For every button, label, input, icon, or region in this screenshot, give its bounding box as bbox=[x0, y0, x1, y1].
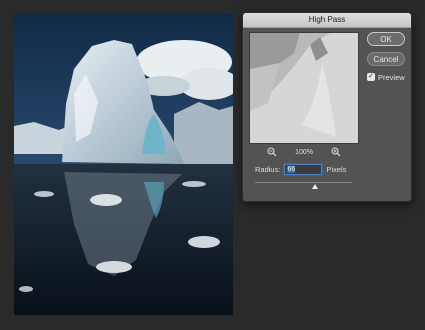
radius-input[interactable]: 66 bbox=[284, 163, 323, 175]
radius-label: Radius: bbox=[255, 164, 281, 174]
slider-thumb[interactable] bbox=[312, 184, 319, 189]
zoom-level-text: 100% bbox=[295, 148, 313, 156]
radius-row: Radius: 66 Pixels bbox=[255, 163, 346, 175]
ok-button[interactable]: OK bbox=[367, 32, 405, 46]
radius-value: 66 bbox=[287, 165, 296, 173]
preview-toggle[interactable]: ✓ Preview bbox=[367, 71, 405, 83]
zoom-controls: 100% bbox=[249, 147, 359, 157]
iceberg-photo[interactable] bbox=[14, 14, 233, 315]
cancel-button[interactable]: Cancel bbox=[367, 52, 405, 66]
checkmark-icon: ✓ bbox=[368, 73, 374, 80]
zoom-in-icon[interactable] bbox=[331, 147, 341, 157]
pixels-unit-label: Pixels bbox=[326, 164, 347, 174]
dialog-titlebar[interactable]: High Pass bbox=[243, 13, 411, 28]
high-pass-dialog: High Pass OK Cancel ✓ Preview 100% Radiu… bbox=[242, 12, 412, 202]
filter-preview[interactable] bbox=[249, 32, 359, 144]
slider-track[interactable] bbox=[255, 182, 352, 183]
preview-label: Preview bbox=[378, 72, 405, 82]
dialog-title: High Pass bbox=[308, 15, 346, 24]
radius-slider[interactable] bbox=[255, 179, 352, 191]
zoom-out-icon[interactable] bbox=[267, 147, 277, 157]
preview-checkbox[interactable]: ✓ bbox=[367, 73, 375, 81]
